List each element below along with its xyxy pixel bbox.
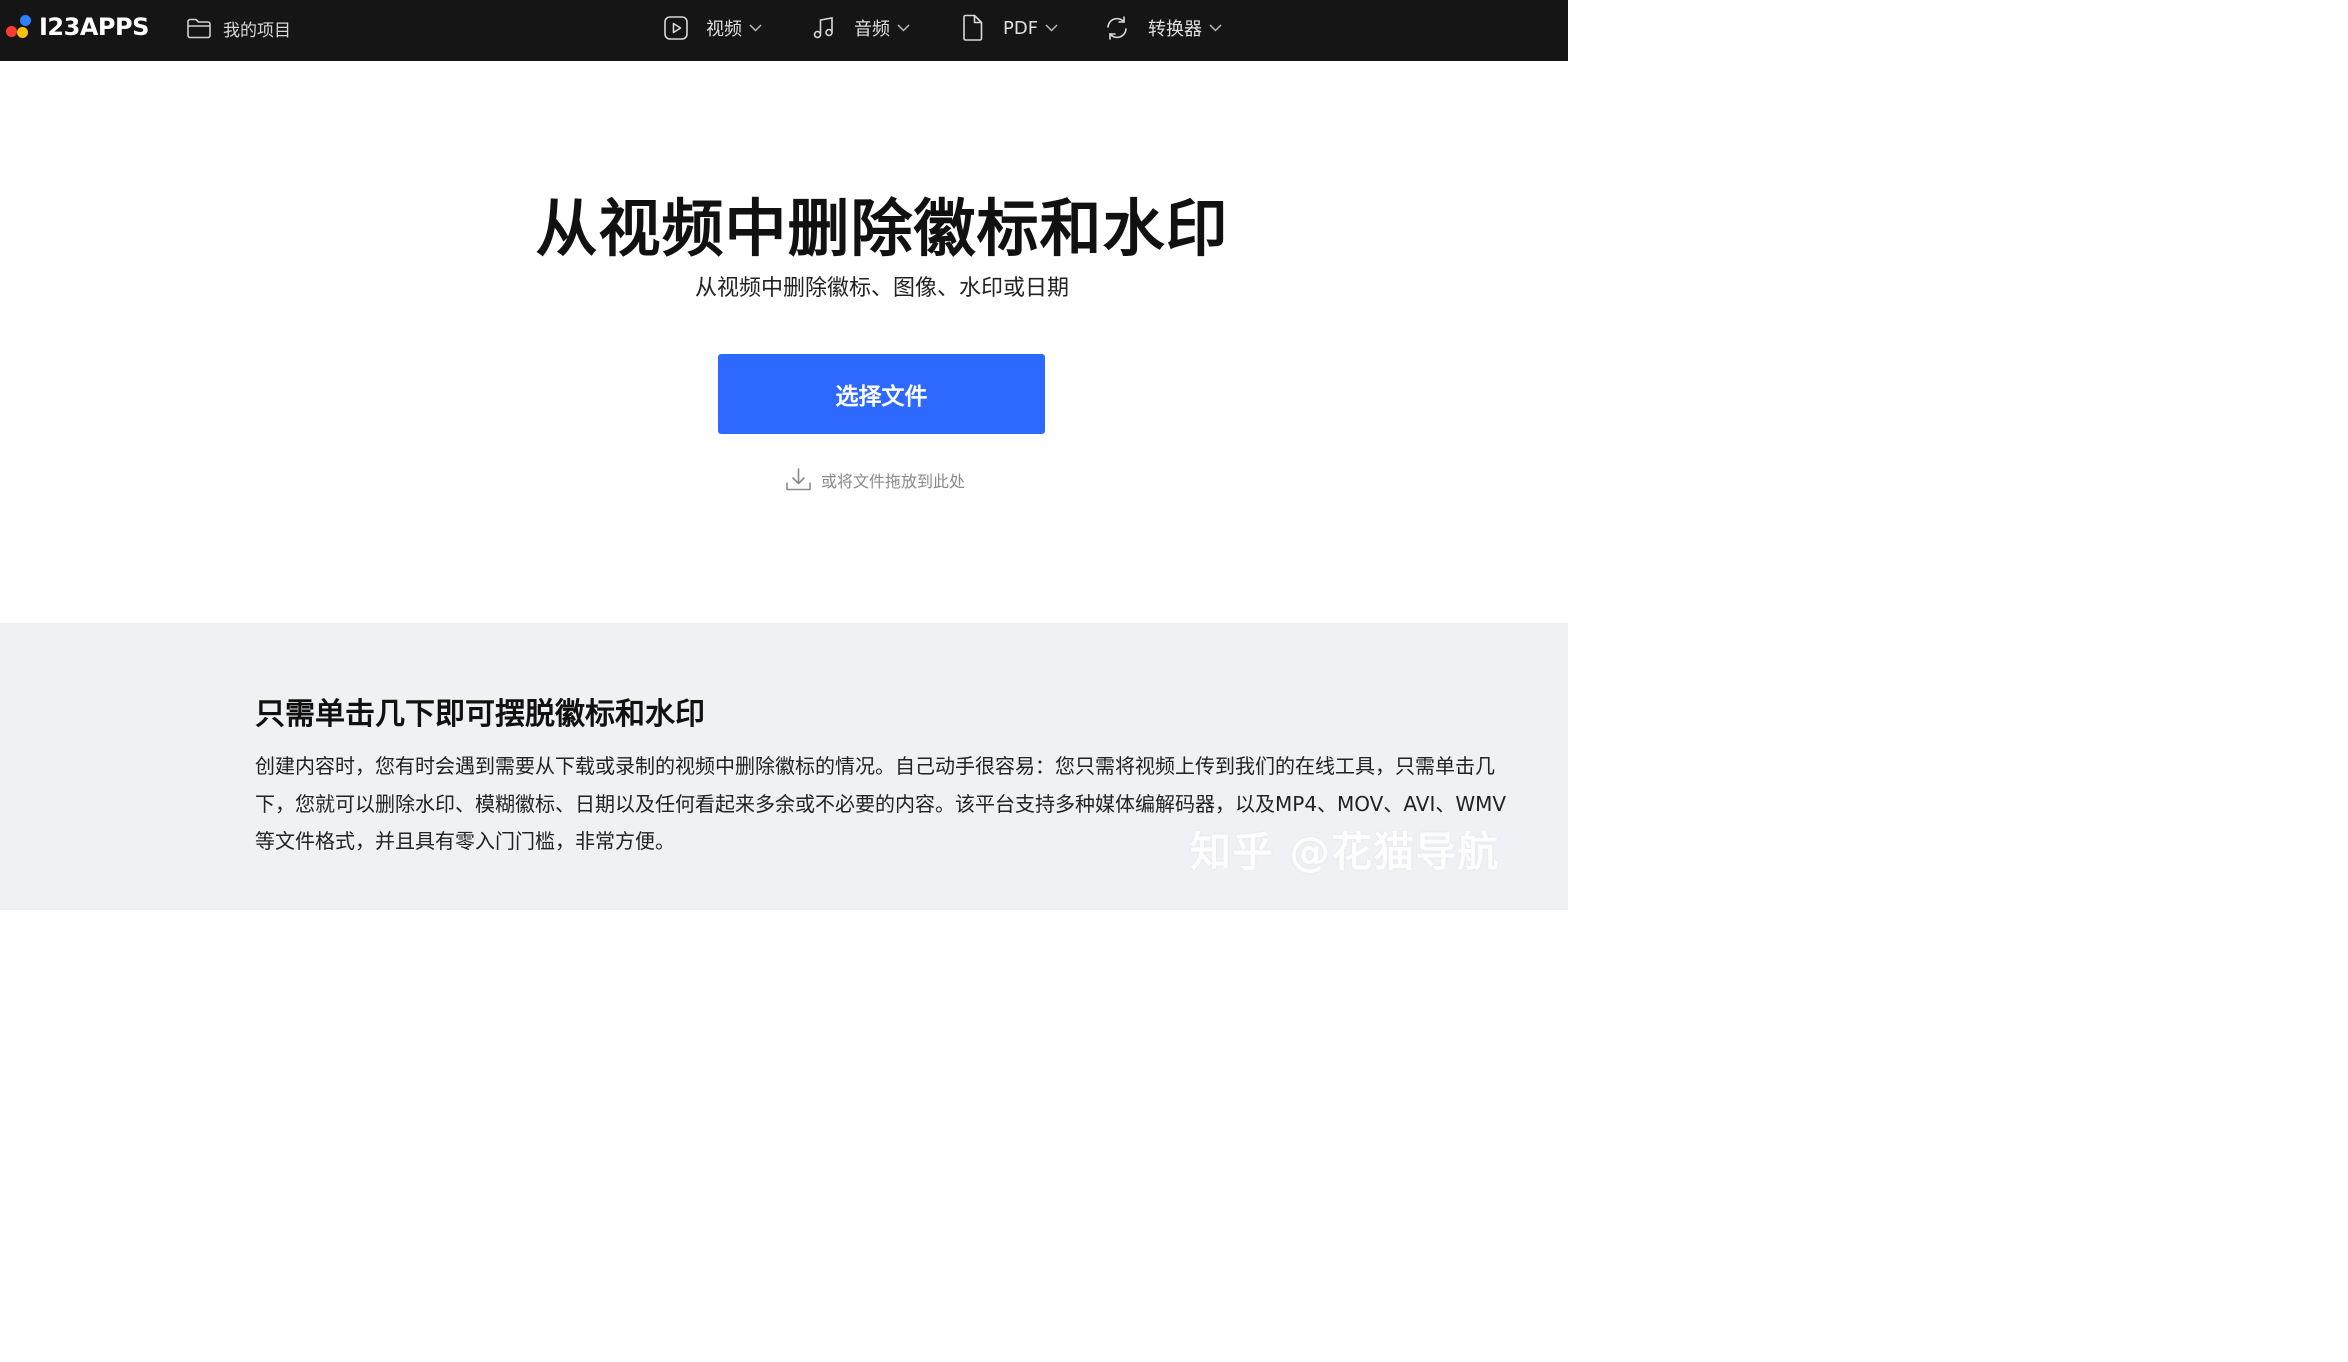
menu-video-label: 视频 xyxy=(706,19,742,40)
menu-audio-label: 音频 xyxy=(854,19,890,40)
menu-video[interactable]: 视频 xyxy=(663,13,762,43)
my-projects-label: 我的项目 xyxy=(223,20,291,41)
play-icon xyxy=(664,16,688,40)
page-title: 从视频中删除徽标和水印 xyxy=(535,192,1229,265)
refresh-icon xyxy=(1107,16,1127,40)
download-icon xyxy=(786,468,811,491)
menu-pdf-label: PDF xyxy=(1003,17,1039,39)
chevron-down-icon xyxy=(1209,24,1222,32)
drop-hint-text: 或将文件拖放到此处 xyxy=(821,472,966,491)
info-title: 只需单击几下即可摆脱徽标和水印 xyxy=(255,697,705,732)
menu-converter[interactable]: 转换器 xyxy=(1103,13,1222,43)
folder-icon xyxy=(187,18,211,39)
music-note-icon xyxy=(813,17,833,39)
logo[interactable]: I23APPS xyxy=(6,13,149,41)
my-projects-link[interactable]: 我的项目 xyxy=(186,14,291,42)
choose-file-button[interactable]: 选择文件 xyxy=(718,354,1045,434)
logo-dots-icon xyxy=(6,13,34,41)
chevron-down-icon xyxy=(897,24,910,32)
menu-pdf[interactable]: PDF xyxy=(960,13,1058,43)
chevron-down-icon xyxy=(1045,24,1058,32)
top-navbar: I23APPS 我的项目 视频 音频 PDF 转换器 xyxy=(0,0,1568,61)
document-icon xyxy=(963,14,983,41)
drop-zone-hint[interactable]: 或将文件拖放到此处 xyxy=(785,466,965,494)
page-subtitle: 从视频中删除徽标、图像、水印或日期 xyxy=(694,276,1069,301)
chevron-down-icon xyxy=(749,24,762,32)
menu-audio[interactable]: 音频 xyxy=(811,13,910,43)
menu-converter-label: 转换器 xyxy=(1148,19,1202,40)
watermark: 知乎 @花猫导航 xyxy=(1190,828,1500,876)
logo-text: I23APPS xyxy=(39,13,149,41)
